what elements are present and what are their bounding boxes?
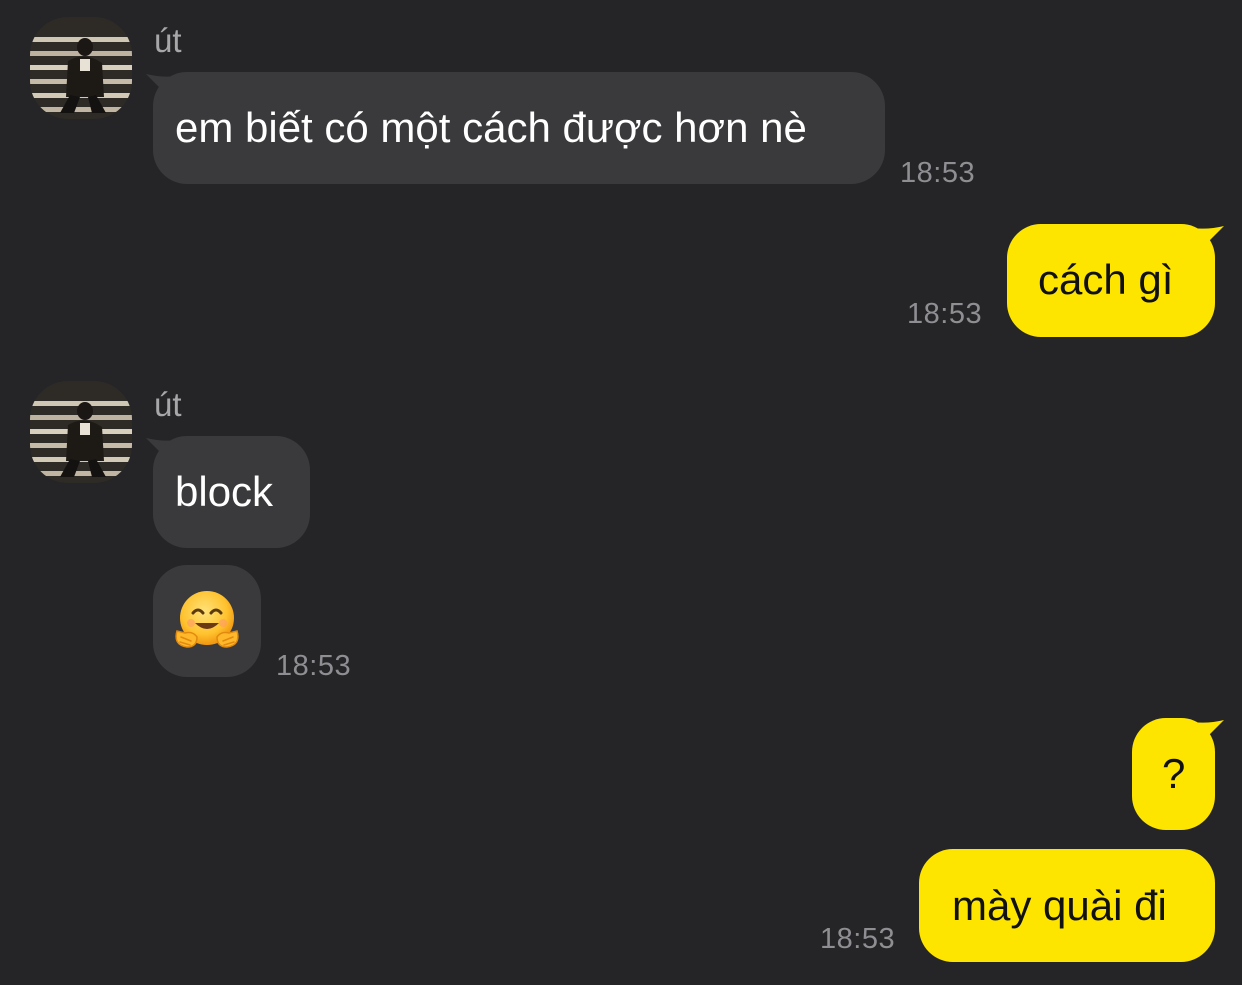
message-bubble-incoming[interactable]: block: [153, 436, 310, 548]
message-text: mày quài đi: [952, 882, 1167, 929]
message-timestamp: 18:53: [276, 650, 352, 682]
sender-avatar[interactable]: [30, 17, 132, 119]
emoji-bubble-incoming[interactable]: [153, 565, 261, 677]
message-timestamp: 18:53: [907, 298, 983, 330]
sender-name: út: [154, 22, 182, 59]
profile-photo-icon: [30, 17, 132, 119]
profile-photo-icon: [30, 381, 132, 483]
message-text: block: [175, 468, 274, 515]
message-text: cách gì: [1038, 256, 1174, 303]
hugging-face-emoji-icon: [175, 591, 239, 648]
message-timestamp: 18:53: [820, 923, 896, 955]
message-bubble-outgoing[interactable]: ?: [1132, 718, 1215, 830]
message-text: ?: [1162, 750, 1186, 797]
message-text: em biết có một cách được hơn nè: [175, 104, 807, 151]
message-bubble-outgoing[interactable]: cách gì: [1007, 224, 1215, 337]
sender-name: út: [154, 386, 182, 423]
message-bubble-outgoing[interactable]: mày quài đi: [919, 849, 1215, 962]
message-timestamp: 18:53: [900, 157, 976, 189]
sender-avatar[interactable]: [30, 381, 132, 483]
chat-thread: út em biết có một cách được hơn nè 18:53…: [0, 0, 1242, 985]
message-bubble-incoming[interactable]: em biết có một cách được hơn nè: [153, 72, 885, 184]
